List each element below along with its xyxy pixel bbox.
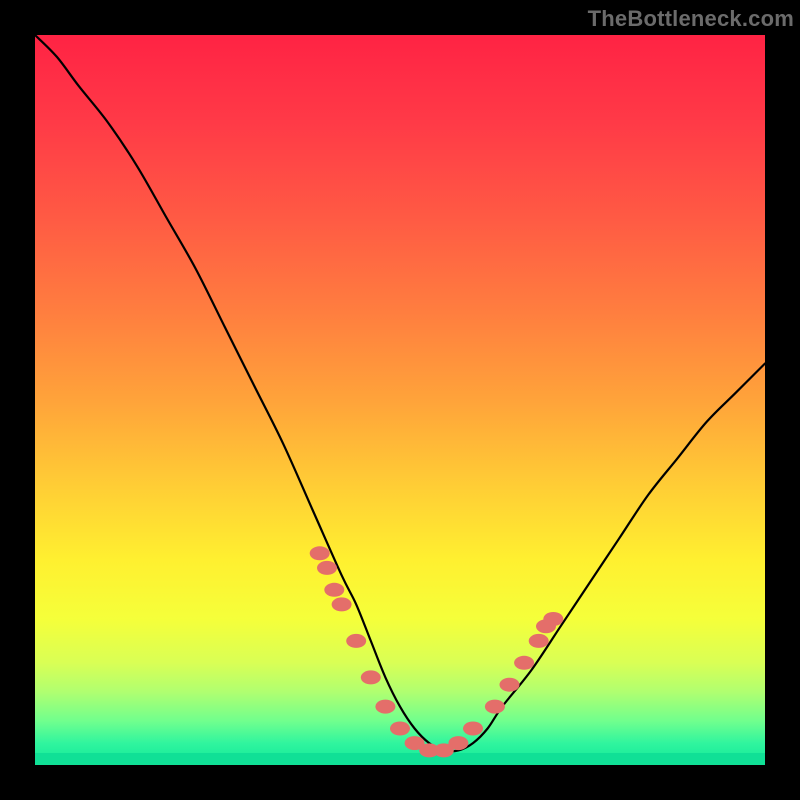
curve-marker bbox=[390, 722, 410, 736]
curve-marker bbox=[317, 561, 337, 575]
curve-marker bbox=[375, 700, 395, 714]
bottleneck-curve bbox=[35, 35, 765, 751]
curve-overlay bbox=[35, 35, 765, 765]
curve-marker bbox=[361, 670, 381, 684]
curve-marker bbox=[346, 634, 366, 648]
marker-layer bbox=[310, 546, 564, 757]
stage: TheBottleneck.com bbox=[0, 0, 800, 800]
curve-marker bbox=[500, 678, 520, 692]
curve-marker bbox=[463, 722, 483, 736]
curve-marker bbox=[310, 546, 330, 560]
curve-marker bbox=[324, 583, 344, 597]
plot-area bbox=[35, 35, 765, 765]
curve-marker bbox=[448, 736, 468, 750]
curve-marker bbox=[529, 634, 549, 648]
watermark-text: TheBottleneck.com bbox=[588, 6, 794, 32]
curve-marker bbox=[543, 612, 563, 626]
curve-marker bbox=[514, 656, 534, 670]
curve-marker bbox=[332, 597, 352, 611]
curve-marker bbox=[485, 700, 505, 714]
